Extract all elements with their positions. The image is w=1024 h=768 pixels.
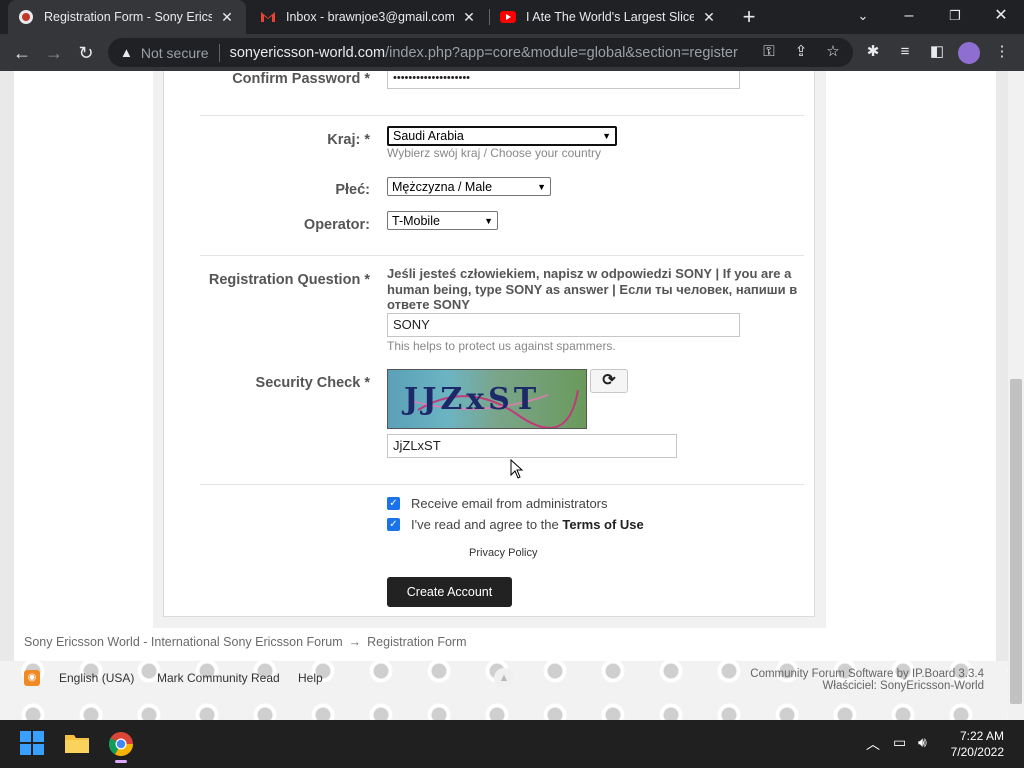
active-app-indicator [115, 760, 127, 763]
volume-icon[interactable]: 🔊︎ [918, 734, 927, 751]
youtube-icon [500, 9, 516, 25]
captcha-text: JJZxST [404, 382, 541, 417]
tab-close-icon[interactable]: ✕ [460, 9, 478, 26]
address-bar[interactable]: ▲ Not secure sonyericsson-world.com/inde… [108, 38, 853, 67]
copyright-block: Community Forum Software by IP.Board 3.3… [750, 668, 984, 692]
file-explorer-icon[interactable] [63, 730, 91, 758]
security-check-label: Security Check * [255, 375, 370, 391]
registration-answer-field[interactable]: SONY [387, 313, 740, 337]
extensions-puzzle-icon[interactable]: ✱ [862, 41, 884, 63]
url-host: sonyericsson-world.com [229, 44, 386, 61]
page-viewport: Confirm Password * •••••••••••••••••••• … [0, 71, 1024, 720]
side-panel-icon[interactable]: ◧ [926, 41, 948, 63]
menu-kebab-icon[interactable]: ⋮ [991, 41, 1013, 63]
tab-registration-form[interactable]: Registration Form - Sony Ericsson ✕ [8, 0, 246, 34]
spam-protection-hint: This helps to protect us against spammer… [387, 339, 616, 353]
show-hidden-icons-chevron-icon[interactable]: ︿ [866, 734, 880, 754]
back-to-top-icon[interactable]: ▲ [494, 668, 514, 688]
tab-title: Registration Form - Sony Ericsson [44, 10, 212, 24]
confirm-password-field[interactable]: •••••••••••••••••••• [387, 71, 740, 89]
restore-icon[interactable]: ❐ [943, 4, 967, 28]
section-divider [200, 255, 804, 256]
country-select[interactable]: Saudi Arabia ▼ [387, 126, 617, 146]
terms-label: I've read and agree to the Terms of Use [411, 517, 644, 532]
window-close-icon[interactable]: ✕ [989, 4, 1013, 28]
tab-youtube-video[interactable]: I Ate The World's Largest Slice Of ✕ [490, 0, 728, 34]
tab-gmail-inbox[interactable]: Inbox - brawnjoe3@gmail.com - ✕ [250, 0, 488, 34]
windows-taskbar: ︿ ▭ 🔊︎ 7:22 AM 7/20/2022 [0, 720, 1024, 768]
operator-label: Operator: [303, 217, 370, 233]
bookmark-star-icon[interactable]: ☆ [822, 41, 844, 63]
clock-date: 7/20/2022 [950, 745, 1004, 759]
url-path: /index.php?app=core&module=global&sectio… [385, 44, 738, 61]
breadcrumb: Sony Ericsson World - International Sony… [24, 635, 467, 649]
help-link[interactable]: Help [298, 671, 323, 685]
tab-search-chevron-icon[interactable]: ⌄ [851, 4, 875, 28]
gmail-icon [260, 9, 276, 25]
chevron-down-icon: ▼ [484, 215, 493, 226]
rss-icon[interactable]: ◉ [24, 670, 40, 686]
media-queue-icon[interactable]: ≡ [894, 41, 916, 63]
country-label: Kraj: * [327, 132, 370, 148]
registration-question-text: Jeśli jesteś człowiekiem, napisz w odpow… [387, 266, 798, 312]
admin-email-checkbox[interactable]: ✓ [387, 497, 400, 510]
browser-tab-bar: Registration Form - Sony Ericsson ✕ Inbo… [0, 0, 1024, 34]
windows-start-icon[interactable] [19, 730, 47, 758]
powered-by-text[interactable]: Community Forum Software by IP.Board 3.3… [750, 668, 984, 680]
system-clock[interactable]: 7:22 AM 7/20/2022 [951, 728, 1004, 760]
reload-icon[interactable]: ↻ [73, 40, 99, 66]
tab-title: I Ate The World's Largest Slice Of [526, 10, 694, 24]
refresh-icon: ⟳ [602, 372, 616, 389]
page-scrollbar-thumb[interactable] [1010, 379, 1022, 704]
admin-email-label: Receive email from administrators [411, 496, 608, 511]
tab-title: Inbox - brawnjoe3@gmail.com - [286, 10, 454, 24]
mouse-cursor-icon [510, 459, 524, 479]
section-divider [200, 484, 804, 485]
registration-question-label: Registration Question * [208, 272, 370, 288]
tab-close-icon[interactable]: ✕ [700, 9, 718, 26]
not-secure-label[interactable]: Not secure [141, 45, 209, 61]
owner-text: Właściciel: SonyEricsson-World [822, 680, 984, 692]
minimize-icon[interactable]: – [897, 4, 921, 28]
section-divider [200, 115, 804, 116]
country-hint: Wybierz swój kraj / Choose your country [387, 146, 601, 160]
forward-arrow-icon[interactable]: → [41, 40, 67, 66]
chrome-taskbar-icon[interactable] [107, 730, 135, 763]
breadcrumb-current: Registration Form [367, 635, 467, 649]
gender-select[interactable]: Mężczyzna / Male ▼ [387, 177, 551, 196]
clock-time: 7:22 AM [959, 729, 1004, 743]
captcha-refresh-button[interactable]: ⟳ [590, 369, 628, 393]
country-select-value: Saudi Arabia [393, 129, 464, 143]
confirm-password-label: Confirm Password * [232, 71, 370, 87]
operator-select[interactable]: T-Mobile ▼ [387, 211, 498, 230]
back-arrow-icon[interactable]: ← [9, 40, 35, 66]
captcha-input[interactable]: JjZLxST [387, 434, 677, 458]
breadcrumb-arrow: → [348, 635, 362, 649]
browser-toolbar: ← → ↻ ▲ Not secure sonyericsson-world.co… [0, 34, 1024, 71]
mark-community-read-link[interactable]: Mark Community Read [157, 671, 280, 685]
terms-of-use-link[interactable]: Terms of Use [562, 517, 643, 532]
gender-label: Płeć: [335, 182, 370, 198]
new-tab-plus-icon[interactable]: + [738, 5, 760, 29]
operator-select-value: T-Mobile [392, 213, 440, 228]
terms-checkbox[interactable]: ✓ [387, 518, 400, 531]
tab-close-icon[interactable]: ✕ [218, 9, 236, 26]
privacy-policy-link[interactable]: Privacy Policy [469, 547, 537, 559]
chevron-down-icon: ▼ [602, 131, 611, 141]
password-key-icon[interactable]: ⚿ [758, 41, 780, 63]
omnibox-divider [218, 43, 220, 62]
create-account-button[interactable]: Create Account [387, 577, 512, 607]
network-icon[interactable]: ▭ [893, 734, 906, 751]
language-selector[interactable]: English (USA) [59, 671, 134, 685]
gender-select-value: Mężczyzna / Male [392, 179, 493, 194]
captcha-image: JJZxST [387, 369, 587, 429]
share-icon[interactable]: ⇪ [790, 41, 812, 63]
site-favicon-icon [18, 9, 34, 25]
profile-avatar-icon[interactable] [958, 42, 980, 64]
chevron-down-icon: ▼ [537, 181, 546, 192]
warning-triangle-icon[interactable]: ▲ [120, 45, 133, 60]
page-footer: ◉ English (USA) Mark Community Read Help… [0, 668, 1008, 698]
breadcrumb-home-link[interactable]: Sony Ericsson World - International Sony… [24, 635, 343, 649]
